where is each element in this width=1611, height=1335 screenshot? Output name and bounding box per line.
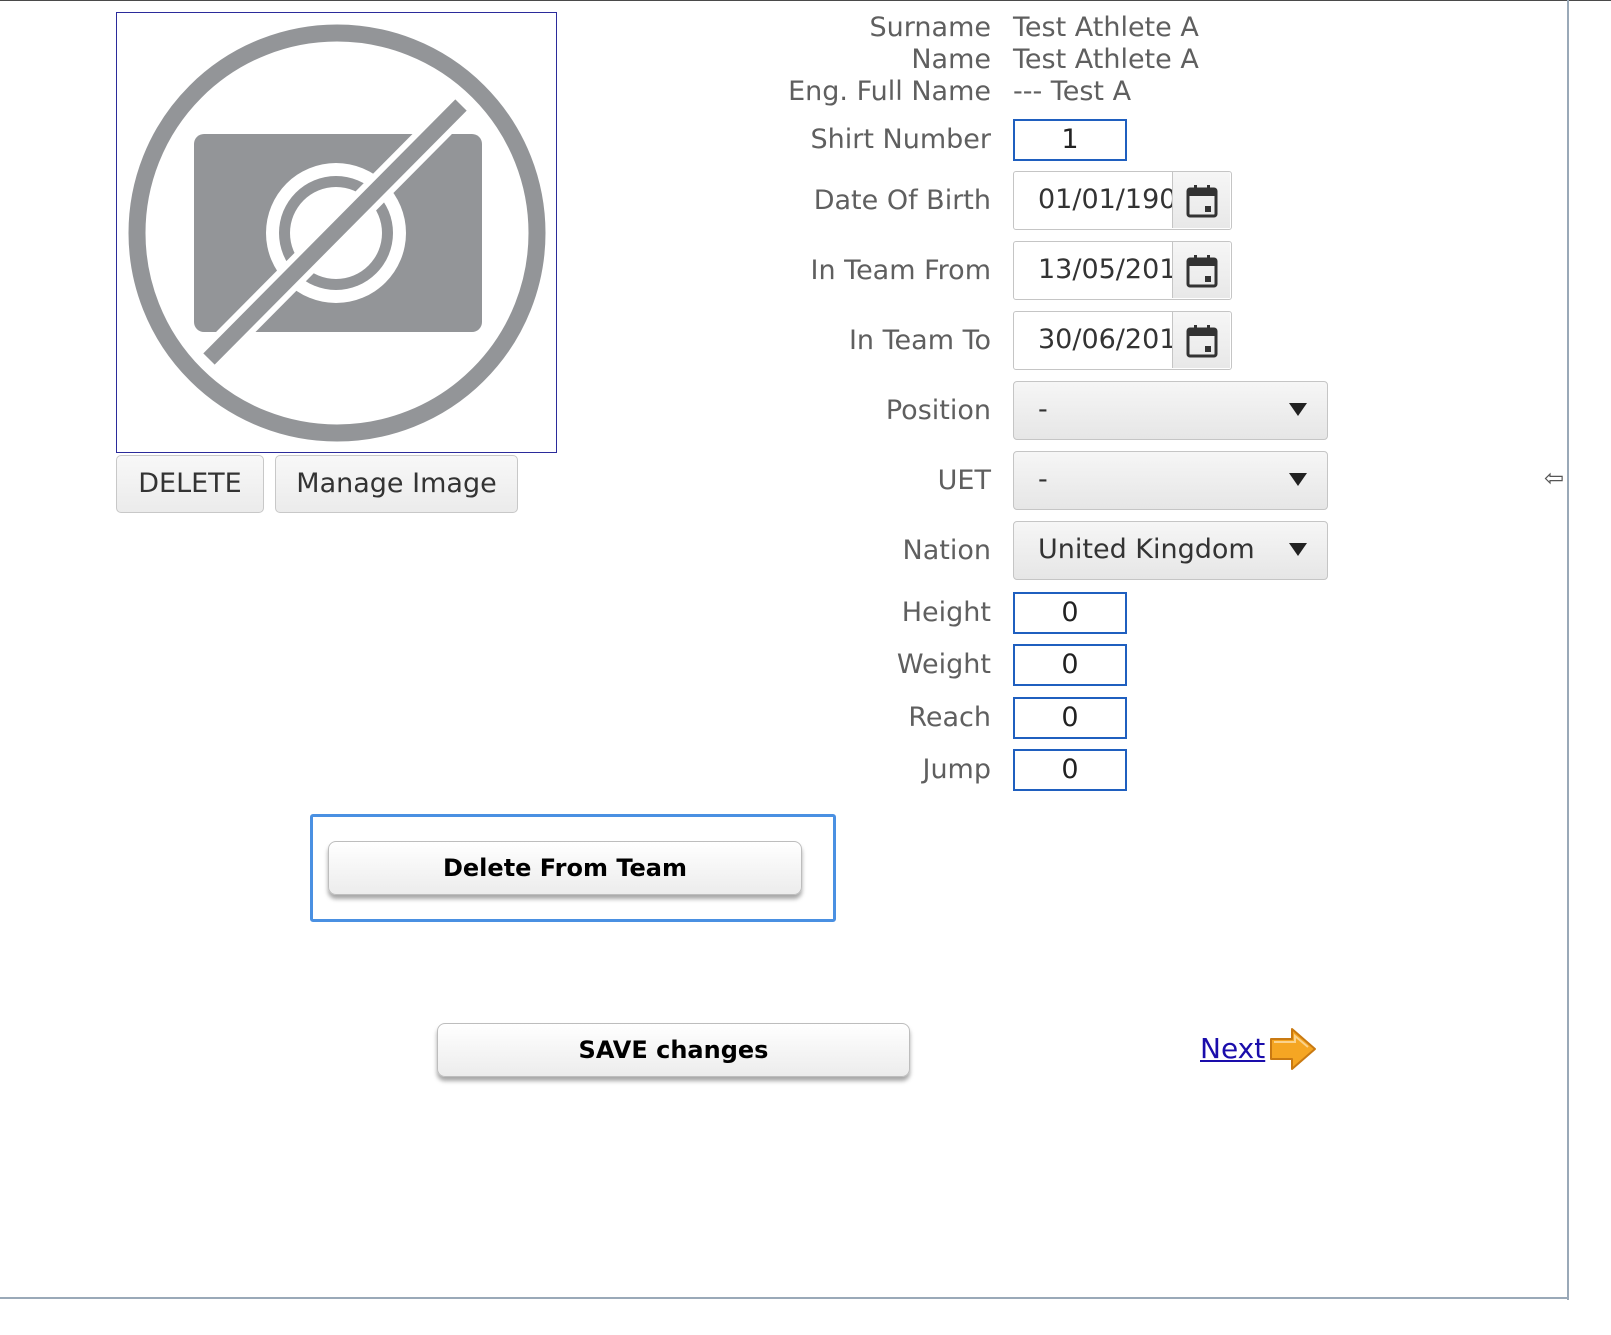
shirt-number-input[interactable]: 1 <box>1013 119 1127 161</box>
nation-label: Nation <box>902 535 991 566</box>
eng-full-name-label: Eng. Full Name <box>788 76 991 107</box>
position-label: Position <box>885 395 991 426</box>
manage-image-button[interactable]: Manage Image <box>275 455 518 513</box>
in-team-from-label: In Team From <box>810 255 992 286</box>
calendar-icon <box>1186 255 1218 288</box>
jump-input[interactable]: 0 <box>1013 749 1127 791</box>
in-team-from-picker-button[interactable] <box>1172 242 1230 298</box>
in-team-to-label: In Team To <box>848 325 991 356</box>
surname-value: Test Athlete A <box>1013 12 1199 43</box>
next-link[interactable]: Next <box>1200 1031 1265 1067</box>
dropdown-arrow-icon <box>1289 403 1307 416</box>
name-label: Name <box>911 44 991 75</box>
date-of-birth-field[interactable]: 01/01/190 <box>1013 171 1232 230</box>
window-right-border <box>1567 0 1569 1300</box>
save-changes-button[interactable]: SAVE changes <box>437 1023 910 1077</box>
reach-input[interactable]: 0 <box>1013 697 1127 739</box>
uet-select[interactable]: - <box>1013 451 1328 510</box>
shirt-number-label: Shirt Number <box>810 124 991 155</box>
position-select[interactable]: - <box>1013 381 1328 440</box>
height-input[interactable]: 0 <box>1013 592 1127 634</box>
position-selected-value: - <box>1038 394 1048 425</box>
uet-label: UET <box>937 465 991 496</box>
athlete-photo <box>116 12 557 453</box>
uet-selected-value: - <box>1038 464 1048 495</box>
window-top-border <box>0 0 1611 1</box>
weight-label: Weight <box>896 649 991 680</box>
in-team-to-picker-button[interactable] <box>1172 312 1230 368</box>
calendar-icon <box>1186 185 1218 218</box>
height-label: Height <box>901 597 991 628</box>
delete-image-button[interactable]: DELETE <box>116 455 264 513</box>
date-of-birth-picker-button[interactable] <box>1172 172 1230 228</box>
no-photo-icon <box>128 24 546 442</box>
in-team-from-input[interactable]: 13/05/201 <box>1014 242 1172 298</box>
nation-select[interactable]: United Kingdom <box>1013 521 1328 580</box>
dropdown-arrow-icon <box>1289 543 1307 556</box>
resize-handle-icon[interactable]: ⇦ <box>1544 466 1564 490</box>
delete-from-team-button[interactable]: Delete From Team <box>328 841 802 895</box>
surname-label: Surname <box>869 12 991 43</box>
jump-label: Jump <box>922 754 991 785</box>
arrow-right-icon[interactable] <box>1268 1026 1318 1072</box>
in-team-to-field[interactable]: 30/06/201 <box>1013 311 1232 370</box>
dropdown-arrow-icon <box>1289 473 1307 486</box>
in-team-to-input[interactable]: 30/06/201 <box>1014 312 1172 368</box>
window-bottom-border <box>0 1297 1569 1299</box>
eng-full-name-value: --- Test A <box>1013 76 1132 107</box>
calendar-icon <box>1186 325 1218 358</box>
in-team-from-field[interactable]: 13/05/201 <box>1013 241 1232 300</box>
weight-input[interactable]: 0 <box>1013 644 1127 686</box>
reach-label: Reach <box>908 702 991 733</box>
name-value: Test Athlete A <box>1013 44 1199 75</box>
nation-selected-value: United Kingdom <box>1038 534 1255 565</box>
date-of-birth-input[interactable]: 01/01/190 <box>1014 172 1172 228</box>
date-of-birth-label: Date Of Birth <box>813 185 991 216</box>
